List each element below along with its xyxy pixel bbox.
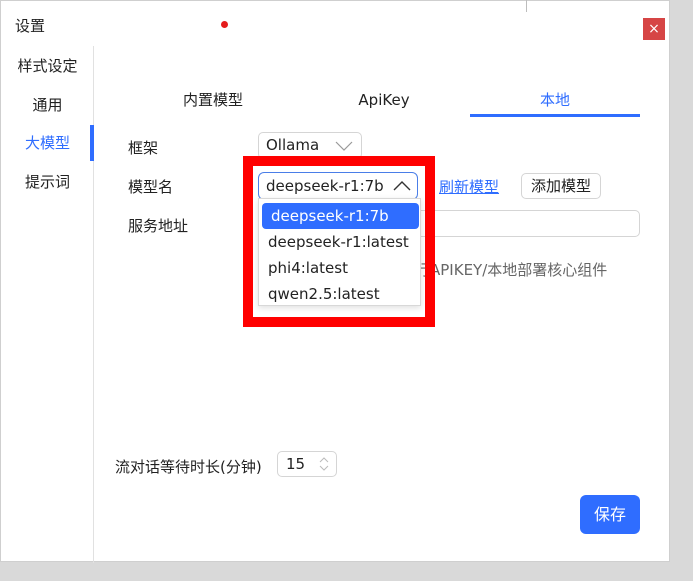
- hint-text: 行APIKEY/本地部署核心组件: [415, 261, 608, 279]
- settings-window: 设置 × 样式设定 通用 大模型 提示词 内置模型 ApiKey 本地 框架 O…: [0, 0, 670, 563]
- framework-value: Ollama: [266, 136, 320, 154]
- service-address-input[interactable]: [415, 210, 640, 237]
- tab-builtin-model[interactable]: 内置模型: [128, 83, 298, 117]
- chevron-up-icon: [393, 181, 411, 191]
- sidebar: 样式设定 通用 大模型 提示词: [1, 46, 94, 563]
- tab-apikey[interactable]: ApiKey: [299, 83, 469, 117]
- sidebar-item-general[interactable]: 通用: [1, 87, 94, 123]
- dropdown-option-deepseek-r1-7b[interactable]: deepseek-r1:7b: [262, 203, 419, 229]
- dropdown-option-phi4-latest[interactable]: phi4:latest: [259, 255, 420, 281]
- sidebar-item-style-settings[interactable]: 样式设定: [1, 48, 94, 84]
- add-model-button[interactable]: 添加模型: [521, 173, 601, 199]
- stepper-arrows-icon[interactable]: [318, 454, 330, 474]
- dropdown-option-deepseek-r1-latest[interactable]: deepseek-r1:latest: [259, 229, 420, 255]
- dropdown-option-qwen2-5-latest[interactable]: qwen2.5:latest: [259, 281, 420, 307]
- framework-label: 框架: [128, 139, 159, 157]
- model-name-select[interactable]: deepseek-r1:7b: [258, 172, 418, 200]
- chevron-down-icon: [335, 141, 353, 151]
- duration-stepper-input[interactable]: 15: [277, 451, 337, 477]
- model-name-value: deepseek-r1:7b: [266, 177, 384, 195]
- status-dot-icon: [221, 21, 228, 28]
- titlebar: 设置 ×: [1, 0, 669, 45]
- duration-value: 15: [286, 455, 306, 473]
- sidebar-item-large-model[interactable]: 大模型: [1, 125, 94, 161]
- window-title: 设置: [15, 17, 46, 35]
- model-name-label: 模型名: [128, 178, 174, 196]
- service-address-label: 服务地址: [128, 217, 189, 235]
- tab-local[interactable]: 本地: [470, 83, 640, 117]
- sidebar-item-prompts[interactable]: 提示词: [1, 164, 94, 200]
- duration-label: 流对话等待时长(分钟): [115, 458, 262, 476]
- model-dropdown: deepseek-r1:7b deepseek-r1:latest phi4:l…: [258, 198, 421, 306]
- close-button[interactable]: ×: [643, 18, 665, 40]
- save-button[interactable]: 保存: [580, 495, 640, 534]
- window-edge-divider: [526, 0, 527, 12]
- framework-select[interactable]: Ollama: [258, 132, 362, 159]
- refresh-models-link[interactable]: 刷新模型: [439, 176, 499, 197]
- model-tabs: 内置模型 ApiKey 本地: [128, 83, 640, 117]
